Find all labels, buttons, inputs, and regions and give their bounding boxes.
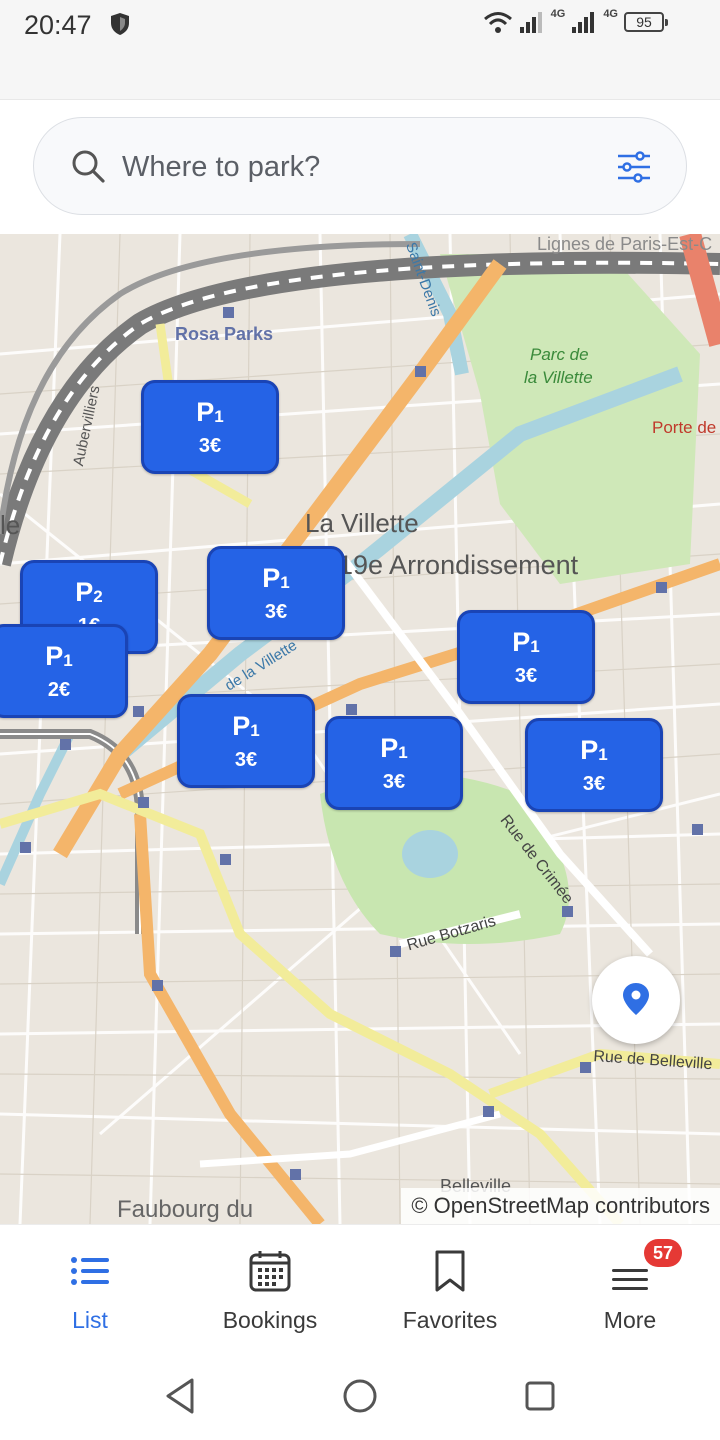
nav-item-favorites[interactable]: Favorites (360, 1225, 540, 1351)
parking-marker[interactable]: P1 3€ (325, 716, 463, 810)
app-header-spacer (0, 50, 720, 100)
map-label-le: le (0, 510, 21, 540)
app-screen: 20:47 4G 4G 95 Where to park? Rosa Parks… (0, 0, 720, 1440)
location-pin-icon (623, 983, 649, 1015)
search-input[interactable] (122, 142, 582, 192)
calendar-icon (249, 1251, 291, 1292)
marker-price: 3€ (198, 435, 222, 457)
marker-label: P (232, 711, 251, 741)
map-label-porte: Porte de (652, 418, 717, 437)
status-time: 20:47 (24, 10, 92, 40)
marker-label: P (45, 641, 64, 671)
map-view[interactable]: Rosa Parks Lignes de Paris-Est-C Parc de… (0, 234, 720, 1224)
parking-marker[interactable]: P1 3€ (525, 718, 663, 812)
filter-icon[interactable] (616, 151, 652, 183)
marker-count: 1 (214, 407, 224, 426)
marker-count: 1 (530, 637, 540, 656)
marker-count: 1 (398, 743, 408, 762)
marker-price: 3€ (234, 749, 258, 771)
home-icon[interactable] (338, 1374, 382, 1418)
search-area (0, 100, 720, 234)
parking-marker[interactable]: P1 3€ (207, 546, 345, 640)
nav-label-bookings: Bookings (222, 1307, 318, 1333)
parking-marker[interactable]: P1 3€ (141, 380, 279, 474)
marker-price: 3€ (514, 665, 538, 687)
back-icon[interactable] (158, 1374, 202, 1418)
notification-badge: 57 (644, 1239, 682, 1267)
nav-item-bookings[interactable]: Bookings (180, 1225, 360, 1351)
parking-marker[interactable]: P1 3€ (457, 610, 595, 704)
search-bar[interactable] (33, 117, 687, 215)
shield-icon (111, 13, 129, 35)
wifi-icon (483, 12, 512, 33)
recents-icon[interactable] (518, 1374, 562, 1418)
marker-count: 1 (598, 745, 608, 764)
marker-price: 3€ (582, 773, 606, 795)
parking-marker[interactable]: P1 2€ (0, 624, 128, 718)
status-icons: 4G 4G 95 (483, 8, 668, 34)
map-label-la-villette: La Villette (305, 508, 419, 538)
map-label-faubourg: Faubourg du (117, 1196, 254, 1223)
parking-marker[interactable]: P1 3€ (177, 694, 315, 788)
marker-label: P (75, 577, 94, 607)
status-bar: 20:47 4G 4G 95 (0, 0, 720, 50)
list-icon (71, 1257, 109, 1285)
map-attribution[interactable]: © OpenStreetMap contributors (401, 1188, 720, 1224)
nav-label-favorites: Favorites (402, 1307, 498, 1333)
network-label-1: 4G (550, 8, 566, 20)
map-label-parc-2: la Villette (524, 368, 593, 387)
map-label-lignes: Lignes de Paris-Est-C (537, 234, 713, 254)
battery-icon: 95 (624, 12, 668, 32)
marker-label: P (580, 735, 599, 765)
map-label-parc-1: Parc de (530, 345, 589, 364)
search-icon (72, 150, 105, 183)
nav-item-more[interactable]: 57 More (540, 1225, 720, 1351)
marker-count: 1 (250, 721, 260, 740)
marker-price: 3€ (382, 771, 406, 793)
nav-label-more: More (603, 1307, 657, 1333)
marker-label: P (196, 397, 215, 427)
marker-price: 3€ (264, 601, 288, 623)
marker-count: 1 (280, 573, 290, 592)
signal-icon (572, 12, 595, 33)
marker-count: 2 (93, 587, 103, 606)
system-nav-bar (0, 1350, 720, 1440)
marker-label: P (380, 733, 399, 763)
bottom-nav: List Bookings Favorites 57 More (0, 1224, 720, 1350)
bookmark-icon (435, 1250, 465, 1292)
map-label-rosa-parks: Rosa Parks (175, 324, 274, 344)
nav-label-list: List (72, 1307, 108, 1333)
marker-count: 1 (63, 651, 73, 670)
marker-label: P (262, 563, 281, 593)
marker-label: P (512, 627, 531, 657)
signal-icon (519, 12, 542, 33)
map-label-arrondissement: 19e Arrondissement (338, 550, 579, 580)
network-label-2: 4G (603, 8, 618, 20)
marker-price: 2€ (47, 679, 71, 701)
my-location-button[interactable] (592, 956, 680, 1044)
nav-item-list[interactable]: List (0, 1225, 180, 1351)
